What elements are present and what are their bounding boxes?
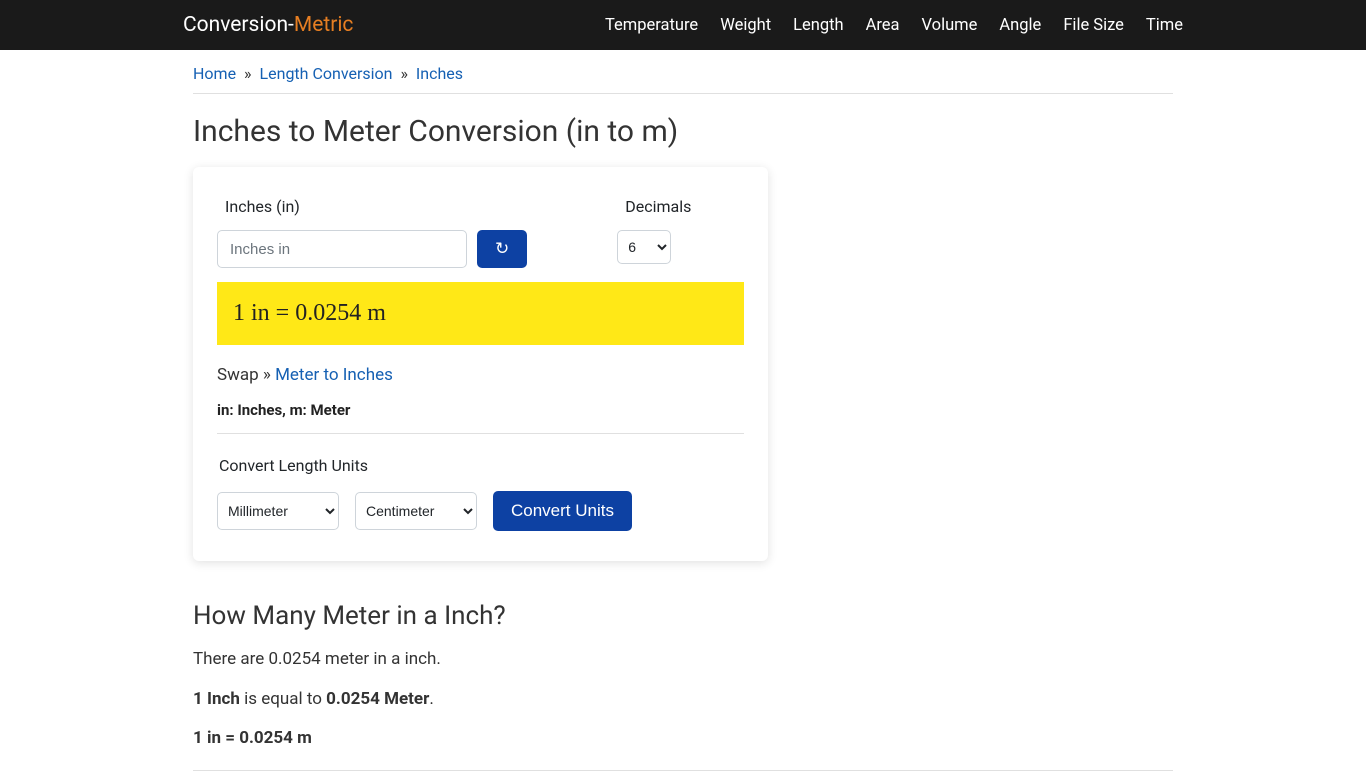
- nav-volume[interactable]: Volume: [922, 16, 978, 35]
- decimals-label: Decimals: [617, 197, 691, 216]
- breadcrumb-inches[interactable]: Inches: [416, 64, 463, 83]
- nav-filesize[interactable]: File Size: [1063, 16, 1124, 35]
- nav-temperature[interactable]: Temperature: [605, 16, 698, 35]
- inches-input[interactable]: [217, 230, 467, 268]
- article-body: How Many Meter in a Inch? There are 0.02…: [193, 601, 1173, 771]
- breadcrumb: Home » Length Conversion » Inches: [193, 50, 1173, 94]
- article-text-end: .: [429, 689, 433, 709]
- input-label: Inches (in): [217, 197, 527, 216]
- nav-weight[interactable]: Weight: [720, 16, 771, 35]
- article-bold-2: 0.0254 Meter: [326, 689, 429, 709]
- swap-row: Swap » Meter to Inches: [217, 365, 744, 385]
- logo-text-1: Conversion-: [183, 13, 294, 37]
- to-unit-select[interactable]: Centimeter: [355, 492, 477, 530]
- conversion-result: 1 in = 0.0254 m: [217, 282, 744, 345]
- article-line-3: 1 in = 0.0254 m: [193, 726, 1173, 752]
- nav-area[interactable]: Area: [866, 16, 900, 35]
- nav-length[interactable]: Length: [793, 16, 844, 35]
- site-logo[interactable]: Conversion-Metric: [183, 13, 353, 37]
- main-nav: Temperature Weight Length Area Volume An…: [605, 16, 1183, 35]
- from-unit-select[interactable]: Millimeter: [217, 492, 339, 530]
- article-bold-1: 1 Inch: [193, 689, 240, 709]
- unit-legend: in: Inches, m: Meter: [217, 401, 744, 434]
- page-title: Inches to Meter Conversion (in to m): [193, 114, 1173, 149]
- breadcrumb-length-conversion[interactable]: Length Conversion: [260, 64, 393, 83]
- refresh-icon: ↻: [495, 239, 509, 259]
- swap-link[interactable]: Meter to Inches: [275, 365, 393, 385]
- breadcrumb-sep: »: [244, 64, 252, 83]
- article-line-1: There are 0.0254 meter in a inch.: [193, 647, 1173, 673]
- nav-angle[interactable]: Angle: [999, 16, 1041, 35]
- breadcrumb-home[interactable]: Home: [193, 64, 236, 83]
- article-heading: How Many Meter in a Inch?: [193, 601, 1173, 631]
- convert-units-label: Convert Length Units: [217, 456, 744, 475]
- logo-text-2: Metric: [294, 13, 354, 37]
- nav-time[interactable]: Time: [1146, 16, 1183, 35]
- breadcrumb-sep: »: [400, 64, 408, 83]
- article-text-mid: is equal to: [240, 689, 326, 709]
- convert-units-button[interactable]: Convert Units: [493, 491, 632, 531]
- site-header: Conversion-Metric Temperature Weight Len…: [0, 0, 1366, 50]
- decimals-select[interactable]: 6: [617, 230, 671, 264]
- swap-prefix: Swap »: [217, 365, 275, 385]
- conversion-card: Inches (in) ↻ Decimals 6 1 in = 0.0254 m…: [193, 167, 768, 561]
- refresh-button[interactable]: ↻: [477, 230, 527, 268]
- article-line-2: 1 Inch is equal to 0.0254 Meter.: [193, 687, 1173, 713]
- section-divider: [193, 770, 1173, 771]
- article-bold-3: 1 in = 0.0254 m: [193, 728, 312, 748]
